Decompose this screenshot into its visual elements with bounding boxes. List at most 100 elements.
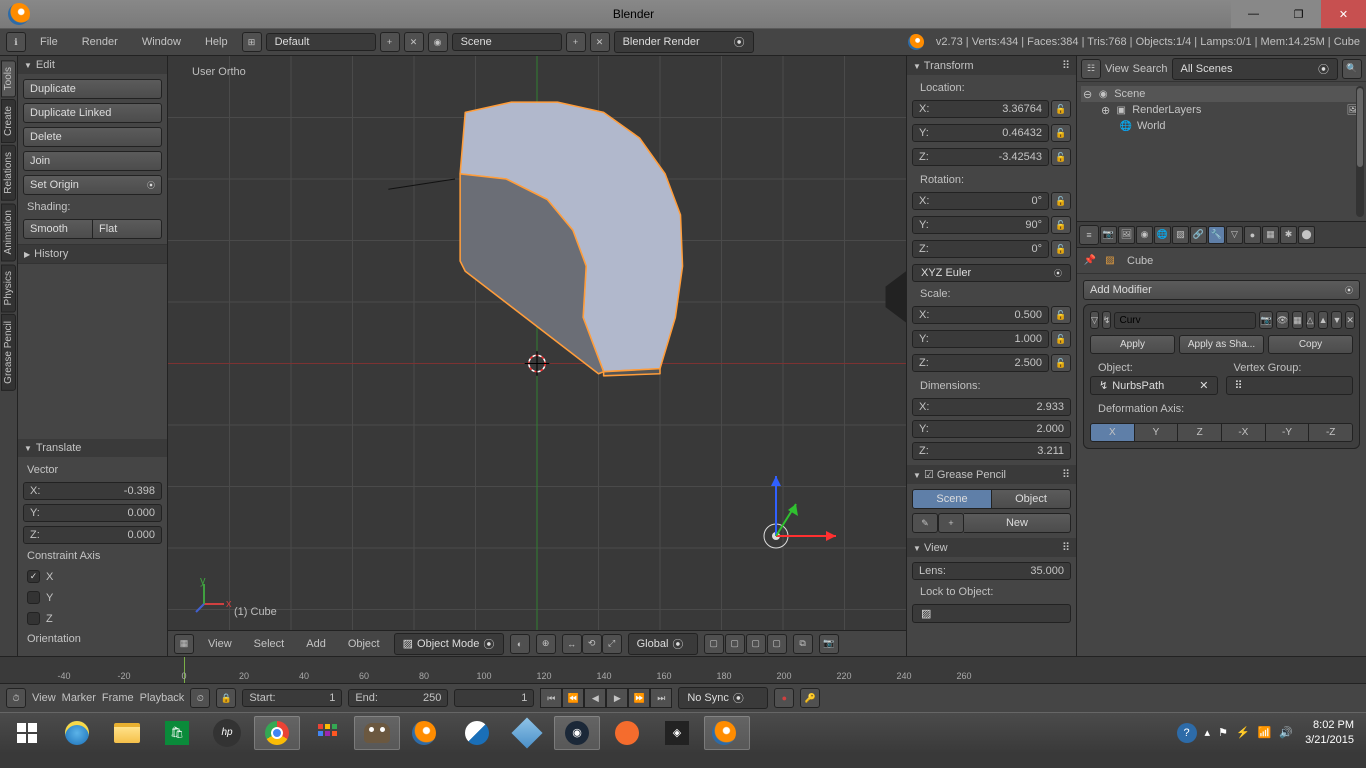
layout-name-field[interactable]: Default [266,33,376,51]
tab-relations[interactable]: Relations [1,145,16,201]
timeline-ruler[interactable]: -40-200204060801001201401601802002202402… [0,657,1366,684]
scl-y-field[interactable]: Y:1.000 [912,330,1049,348]
lock-icon[interactable]: 🔓 [1051,330,1071,348]
keying-set-icon[interactable]: 🔑 [800,688,820,708]
menu-file[interactable]: File [30,32,68,52]
lock-icon[interactable]: 🔓 [1051,124,1071,142]
scene-add-button[interactable]: + [566,32,586,52]
gp-object-button[interactable]: Object [992,489,1071,509]
hp-icon[interactable]: hp [204,716,250,750]
origin-icon[interactable] [604,716,650,750]
shade-flat-button[interactable]: Flat [93,219,162,239]
rot-y-field[interactable]: Y:90° [912,216,1049,234]
outliner-menu-view[interactable]: View [1105,63,1129,75]
explorer-icon[interactable] [104,716,150,750]
play-reverse-icon[interactable]: ◀ [584,688,606,708]
lock-icon[interactable]: 🔓 [1051,192,1071,210]
network-icon[interactable]: 📶 [1258,726,1272,739]
axis-nz-button[interactable]: -Z [1308,424,1352,441]
ie-icon[interactable] [54,716,100,750]
gp-add-icon[interactable]: + [938,513,964,533]
close-button[interactable]: ✕ [1321,0,1366,28]
taskbar-clock[interactable]: 8:02 PM 3/21/2015 [1297,718,1362,747]
manipulator-scale-icon[interactable]: ⤢ [602,634,622,654]
vp-menu-view[interactable]: View [200,635,240,653]
modifier-apply-as-button[interactable]: Apply as Sha... [1179,335,1264,354]
tl-toggle-icon[interactable]: ⏲ [190,688,210,708]
steam-icon[interactable]: ◉ [554,716,600,750]
dim-x-field[interactable]: X:2.933 [912,398,1071,416]
gimp-icon[interactable] [354,716,400,750]
manipulator-translate-icon[interactable]: ↔ [562,634,582,654]
translate-y-field[interactable]: Y:0.000 [23,504,162,522]
tab-world-icon[interactable]: 🌐 [1154,226,1171,244]
lock-icon[interactable]: 🔓 [1051,306,1071,324]
modifier-editmode-icon[interactable]: ▦ [1292,311,1303,329]
play-icon[interactable]: ▶ [606,688,628,708]
tl-menu-marker[interactable]: Marker [62,692,96,704]
tab-data-icon[interactable]: ▽ [1226,226,1243,244]
axis-nx-button[interactable]: -X [1221,424,1265,441]
lock-icon[interactable]: 🔓 [1051,240,1071,258]
axis-ny-button[interactable]: -Y [1265,424,1309,441]
orientation-dropdown[interactable]: Global ⦿ [628,633,698,655]
tree-scene[interactable]: ⊖◉Scene [1081,86,1362,102]
modifier-display-icon[interactable]: 👁 [1276,311,1289,329]
tab-modifiers-icon[interactable]: 🔧 [1208,226,1225,244]
grease-pencil-panel-header[interactable]: ▼ ☑ Grease Pencil⠿ [907,465,1076,484]
dim-z-field[interactable]: Z:3.211 [912,442,1071,460]
flag-icon[interactable]: ⚑ [1218,726,1228,739]
mode-dropdown[interactable]: ▨ Object Mode ⦿ [394,633,504,655]
modifier-movedown-icon[interactable]: ▼ [1331,311,1342,329]
tab-texture-icon[interactable]: ▦ [1262,226,1279,244]
layer-button[interactable]: ▢ [725,634,745,654]
tab-physics[interactable]: Physics [1,264,16,312]
tab-constraints-icon[interactable]: 🔗 [1190,226,1207,244]
tab-material-icon[interactable]: ● [1244,226,1261,244]
render-engine-dropdown[interactable]: Blender Render⦿ [614,31,754,53]
openoffice-icon[interactable] [454,716,500,750]
scl-x-field[interactable]: X:0.500 [912,306,1049,324]
rotation-mode-dropdown[interactable]: XYZ Euler [912,264,1071,282]
render-preview-icon[interactable]: 📷 [819,634,839,654]
vp-menu-object[interactable]: Object [340,635,388,653]
edit-panel-header[interactable]: ▼Edit [18,56,167,74]
menu-help[interactable]: Help [195,32,238,52]
start-frame-field[interactable]: Start:1 [242,689,342,707]
current-frame-field[interactable]: 1 [454,689,534,707]
menu-window[interactable]: Window [132,32,191,52]
unity-icon[interactable]: ◈ [654,716,700,750]
editor-type-viewport-icon[interactable]: ▦ [174,634,194,654]
end-frame-field[interactable]: End:250 [348,689,448,707]
layout-remove-button[interactable]: ✕ [404,32,424,52]
tab-renderlayers-icon[interactable]: 🖼 [1118,226,1135,244]
layout-add-button[interactable]: + [380,32,400,52]
vp-menu-add[interactable]: Add [298,635,334,653]
tl-lock-icon[interactable]: 🔒 [216,688,236,708]
autokey-icon[interactable]: ● [774,688,794,708]
modifier-cage-icon[interactable]: △ [1306,311,1315,329]
tl-menu-view[interactable]: View [32,692,56,704]
tab-tools[interactable]: Tools [1,60,16,97]
volume-icon[interactable]: 🔊 [1279,726,1293,739]
constraint-z-checkbox[interactable]: Z [23,610,162,627]
props-editor-type-icon[interactable]: ≡ [1079,225,1099,245]
delete-button[interactable]: Delete [23,127,162,147]
modifier-apply-button[interactable]: Apply [1090,335,1175,354]
pivot-icon[interactable]: ⊕ [536,634,556,654]
store-icon[interactable]: 🛍 [154,716,200,750]
loc-y-field[interactable]: Y:0.46432 [912,124,1049,142]
modifier-vgroup-field[interactable]: ⠿ [1226,376,1354,395]
outliner-editor-icon[interactable]: ☷ [1081,59,1101,79]
scene-browse-icon[interactable]: ◉ [428,32,448,52]
axis-y-button[interactable]: Y [1134,424,1178,441]
tab-render-icon[interactable]: 📷 [1100,226,1117,244]
modifier-delete-icon[interactable]: ✕ [1345,311,1355,329]
add-modifier-dropdown[interactable]: Add Modifier [1083,280,1360,300]
axis-x-button[interactable]: X [1091,424,1134,441]
layer-button[interactable]: ▢ [704,634,724,654]
dim-y-field[interactable]: Y:2.000 [912,420,1071,438]
help-icon[interactable]: ? [1177,723,1197,743]
chrome-icon[interactable] [254,716,300,750]
tab-physics-icon[interactable]: ⬤ [1298,226,1315,244]
